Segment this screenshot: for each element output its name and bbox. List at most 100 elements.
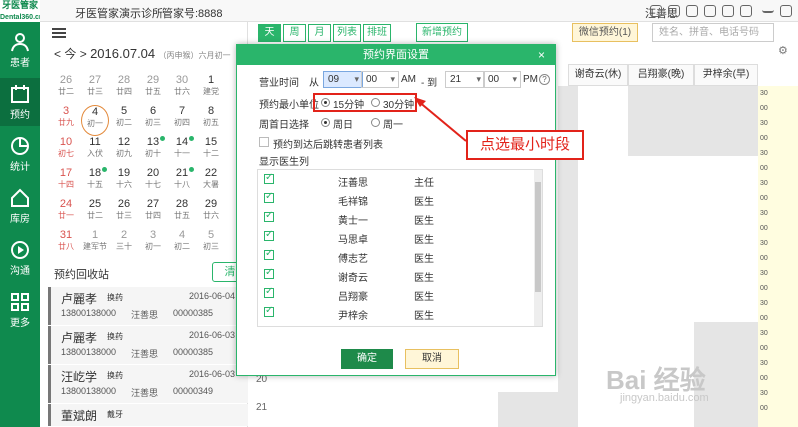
scrollbar[interactable]: [534, 170, 542, 326]
start-minute-select[interactable]: 00: [361, 71, 399, 88]
calendar-day[interactable]: 27 廿三: [81, 74, 109, 105]
calendar-day[interactable]: 27 廿四: [139, 198, 167, 229]
end-hour-select[interactable]: 21: [445, 71, 485, 88]
calendar-day[interactable]: 2 三十: [110, 229, 138, 260]
confirm-button[interactable]: 确定: [341, 349, 393, 369]
nav-item-warehouse[interactable]: 库房: [0, 182, 40, 230]
prev-month-icon[interactable]: <: [54, 47, 61, 61]
week-sunday-label[interactable]: 周日: [333, 116, 353, 131]
doctor-row[interactable]: 马思卓 医生: [258, 227, 534, 247]
end-minute-select[interactable]: 00: [483, 71, 521, 88]
calendar-day[interactable]: 29 廿六: [197, 198, 225, 229]
doctor-checkbox[interactable]: [264, 248, 274, 260]
calendar-day[interactable]: 26 廿二: [52, 74, 80, 105]
calendar-day[interactable]: 21 十八: [168, 167, 196, 198]
search-input[interactable]: 姓名、拼音、电话号码: [652, 23, 774, 42]
week-monday-radio[interactable]: [371, 118, 380, 127]
calendar-day[interactable]: 28 廿四: [110, 74, 138, 105]
doctor-row[interactable]: 尹梓余 医生: [258, 303, 534, 323]
today-button[interactable]: 今: [64, 47, 76, 61]
maximize-icon[interactable]: [780, 5, 792, 17]
calendar-day[interactable]: 24 廿一: [52, 198, 80, 229]
calendar-day[interactable]: 4 初二: [168, 229, 196, 260]
doctor-row[interactable]: 黄士一 医生: [258, 208, 534, 228]
unit-15-radio[interactable]: [321, 98, 330, 107]
tab-month[interactable]: 月: [308, 24, 331, 42]
doctor-row[interactable]: 吕翔豪 医生: [258, 284, 534, 304]
menu-icon[interactable]: [52, 28, 66, 38]
gear-icon[interactable]: ⚙: [778, 44, 788, 57]
calendar-day[interactable]: 18 十五: [81, 167, 109, 198]
doctor-checkbox[interactable]: [264, 229, 274, 241]
tab-day[interactable]: 天: [258, 24, 281, 42]
calendar-day[interactable]: 8 初五: [197, 105, 225, 136]
tab-week[interactable]: 周: [283, 24, 306, 42]
calendar-day[interactable]: 5 初二: [110, 105, 138, 136]
calendar-day[interactable]: 14 十一: [168, 136, 196, 167]
calendar-day[interactable]: 26 廿三: [110, 198, 138, 229]
calendar-day[interactable]: 28 廿五: [168, 198, 196, 229]
nav-item-more[interactable]: 更多: [0, 286, 40, 334]
calendar-day[interactable]: 15 十二: [197, 136, 225, 167]
calendar-day[interactable]: 3 初一: [139, 229, 167, 260]
calendar-day[interactable]: 1 建党: [197, 74, 225, 105]
tab-schedule[interactable]: 排班: [363, 24, 391, 42]
calendar-day[interactable]: 5 初三: [197, 229, 225, 260]
recycle-item[interactable]: 汪屹学 换药 2016-06-03 13800138000 汪善思 00000349: [48, 365, 248, 403]
calendar-day[interactable]: 6 初三: [139, 105, 167, 136]
nav-item-patients[interactable]: 患者: [0, 26, 40, 74]
lock-icon[interactable]: [686, 5, 698, 17]
help-icon[interactable]: ?: [539, 74, 550, 85]
calendar-day[interactable]: 1 建军节: [81, 229, 109, 260]
doctor-checkbox[interactable]: [264, 305, 274, 317]
calendar-day[interactable]: 10 初七: [52, 136, 80, 167]
bell-icon[interactable]: [704, 5, 716, 17]
calendar-day[interactable]: 30 廿六: [168, 74, 196, 105]
doctor-checkbox[interactable]: [264, 210, 274, 222]
close-icon[interactable]: ×: [538, 45, 545, 65]
next-month-icon[interactable]: >: [80, 47, 87, 61]
calendar-day[interactable]: 13 初十: [139, 136, 167, 167]
wechat-icon[interactable]: [650, 5, 662, 17]
calendar-day[interactable]: 22 大暑: [197, 167, 225, 198]
doctor-checkbox[interactable]: [264, 172, 274, 184]
minimize-icon[interactable]: [762, 5, 774, 13]
recycle-item[interactable]: 董斌朗 戴牙: [48, 404, 248, 426]
doctor-checkbox[interactable]: [264, 267, 274, 279]
doctor-row[interactable]: 谢奇云 医生: [258, 265, 534, 285]
nav-item-communicate[interactable]: 沟通: [0, 234, 40, 282]
calendar-day[interactable]: 12 初九: [110, 136, 138, 167]
calendar-day[interactable]: 31 廿八: [52, 229, 80, 260]
calendar-day[interactable]: 4 初一: [81, 105, 109, 136]
phone-icon[interactable]: [668, 5, 680, 17]
calendar-day[interactable]: 11 入伏: [81, 136, 109, 167]
calendar-day[interactable]: 20 十七: [139, 167, 167, 198]
unit-15-label[interactable]: 15分钟: [333, 96, 364, 111]
week-sunday-radio[interactable]: [321, 118, 330, 127]
cancel-button[interactable]: 取消: [405, 349, 459, 369]
new-appointment-button[interactable]: 新增预约: [416, 23, 468, 42]
calendar-day[interactable]: 19 十六: [110, 167, 138, 198]
calendar-day[interactable]: 7 初四: [168, 105, 196, 136]
calendar-day[interactable]: 3 廿九: [52, 105, 80, 136]
calendar-day[interactable]: 29 廿五: [139, 74, 167, 105]
calendar-day[interactable]: 17 十四: [52, 167, 80, 198]
start-hour-select[interactable]: 09: [323, 71, 363, 88]
calendar-day[interactable]: 25 廿二: [81, 198, 109, 229]
tab-list[interactable]: 列表: [333, 24, 361, 42]
doctor-row[interactable]: 毛祥锦 医生: [258, 189, 534, 209]
jump-to-patients-checkbox[interactable]: [259, 137, 269, 147]
wechat-appointment-button[interactable]: 微信预约(1): [572, 23, 638, 42]
doctor-checkbox[interactable]: [264, 286, 274, 298]
doctor-row[interactable]: 傅志艺 医生: [258, 246, 534, 266]
week-monday-label[interactable]: 周一: [383, 116, 403, 131]
nav-item-stats[interactable]: 统计: [0, 130, 40, 178]
settings-icon[interactable]: [740, 5, 752, 17]
doctor-row[interactable]: 汪善思 主任: [258, 170, 534, 190]
recycle-item[interactable]: 卢麗孝 换药 2016-06-04 13800138000 汪善思 00000385: [48, 287, 248, 325]
doctor-checkbox[interactable]: [264, 191, 274, 203]
recycle-item[interactable]: 卢麗孝 换药 2016-06-03 13800138000 汪善思 00000385: [48, 326, 248, 364]
mail-icon[interactable]: [722, 5, 734, 17]
nav-item-appointments[interactable]: 预约: [0, 78, 40, 126]
unit-30-radio[interactable]: [371, 98, 380, 107]
